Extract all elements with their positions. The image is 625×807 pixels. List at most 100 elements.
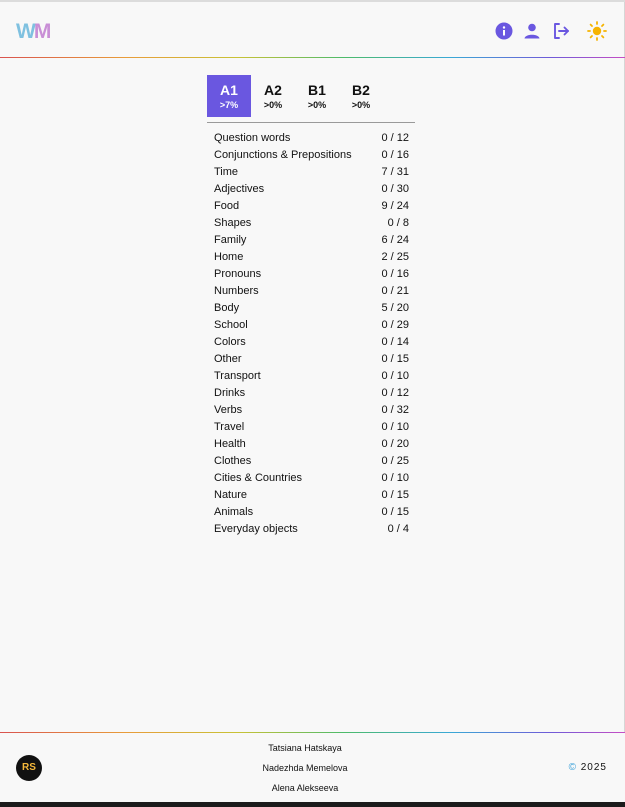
tab-a2[interactable]: A2 >0% — [251, 75, 295, 117]
topic-name: Adjectives — [214, 183, 265, 195]
topic-count: 0 / 10 — [381, 472, 409, 484]
copyright-symbol: © — [568, 762, 577, 773]
tabs-divider — [207, 122, 415, 123]
topic-row[interactable]: Animals 0 / 15 — [214, 504, 409, 521]
topic-count: 0 / 12 — [381, 387, 409, 399]
topic-count: 0 / 10 — [381, 421, 409, 433]
topic-name: Drinks — [214, 387, 246, 399]
topic-row[interactable]: Colors 0 / 14 — [214, 334, 409, 351]
topic-name: Everyday objects — [214, 523, 298, 535]
topic-row[interactable]: Transport 0 / 10 — [214, 368, 409, 385]
topic-name: Nature — [214, 489, 248, 501]
tab-progress: >0% — [263, 100, 283, 110]
topic-count: 0 / 15 — [381, 353, 409, 365]
topic-count: 0 / 29 — [381, 319, 409, 331]
topic-name: Health — [214, 438, 246, 450]
sun-icon[interactable] — [587, 21, 607, 41]
topic-row[interactable]: Time 7 / 31 — [214, 164, 409, 181]
tab-progress: >7% — [219, 100, 239, 110]
topic-name: Shapes — [214, 217, 252, 229]
topic-count: 0 / 12 — [381, 132, 409, 144]
topic-row[interactable]: Other 0 / 15 — [214, 351, 409, 368]
copyright: © 2025 — [569, 762, 607, 773]
info-icon[interactable] — [494, 21, 514, 41]
topic-count: 0 / 21 — [381, 285, 409, 297]
topic-row[interactable]: Health 0 / 20 — [214, 436, 409, 453]
topic-name: Clothes — [214, 455, 252, 467]
topic-name: Pronouns — [214, 268, 262, 280]
topic-name: Family — [214, 234, 247, 246]
logo-letter-m: M — [33, 20, 51, 43]
logo-letter-w: W — [16, 20, 36, 43]
topic-count: 0 / 16 — [381, 268, 409, 280]
topic-name: Question words — [214, 132, 291, 144]
topic-count: 2 / 25 — [381, 251, 409, 263]
rs-school-logo[interactable]: RS — [16, 755, 42, 781]
app-logo[interactable]: WM — [16, 20, 51, 44]
tab-progress: >0% — [351, 100, 371, 110]
topic-row[interactable]: Verbs 0 / 32 — [214, 402, 409, 419]
topic-name: Body — [214, 302, 240, 314]
topic-row[interactable]: Adjectives 0 / 30 — [214, 181, 409, 198]
tab-label: A1 — [220, 82, 238, 98]
logout-icon[interactable] — [551, 21, 571, 41]
author-link[interactable]: Nadezhda Memelova — [205, 760, 405, 780]
topic-row[interactable]: Numbers 0 / 21 — [214, 283, 409, 300]
user-icon[interactable] — [522, 21, 542, 41]
topic-name: Numbers — [214, 285, 259, 297]
topic-count: 0 / 14 — [381, 336, 409, 348]
topic-name: Verbs — [214, 404, 243, 416]
topic-name: School — [214, 319, 248, 331]
author-link[interactable]: Tatsiana Hatskaya — [205, 740, 405, 760]
topic-count: 0 / 15 — [381, 489, 409, 501]
topic-row[interactable]: Cities & Countries 0 / 10 — [214, 470, 409, 487]
footer-divider — [0, 732, 625, 733]
topic-row[interactable]: School 0 / 29 — [214, 317, 409, 334]
topic-row[interactable]: Clothes 0 / 25 — [214, 453, 409, 470]
topic-name: Travel — [214, 421, 245, 433]
topic-row[interactable]: Body 5 / 20 — [214, 300, 409, 317]
topic-count: 5 / 20 — [381, 302, 409, 314]
topic-name: Animals — [214, 506, 254, 518]
tab-b1[interactable]: B1 >0% — [295, 75, 339, 117]
author-list: Tatsiana Hatskaya Nadezhda Memelova Alen… — [205, 740, 405, 800]
topic-row[interactable]: Shapes 0 / 8 — [214, 215, 409, 232]
tab-label: B1 — [308, 82, 326, 98]
topic-name: Other — [214, 353, 242, 365]
topic-count: 7 / 31 — [381, 166, 409, 178]
topic-row[interactable]: Drinks 0 / 12 — [214, 385, 409, 402]
topic-count: 0 / 25 — [381, 455, 409, 467]
topic-row[interactable]: Nature 0 / 15 — [214, 487, 409, 504]
header-divider — [0, 57, 625, 58]
topic-row[interactable]: Question words 0 / 12 — [214, 130, 409, 147]
topic-count: 0 / 20 — [381, 438, 409, 450]
topic-row[interactable]: Home 2 / 25 — [214, 249, 409, 266]
topic-name: Conjunctions & Prepositions — [214, 149, 352, 161]
tab-label: B2 — [352, 82, 370, 98]
topic-count: 0 / 30 — [381, 183, 409, 195]
topic-row[interactable]: Pronouns 0 / 16 — [214, 266, 409, 283]
topic-name: Food — [214, 200, 240, 212]
topic-name: Home — [214, 251, 244, 263]
topic-name: Colors — [214, 336, 246, 348]
app-header: WM — [0, 2, 625, 57]
level-tabs: A1 >7% A2 >0% B1 >0% B2 >0% — [207, 75, 415, 123]
topic-count: 0 / 4 — [387, 523, 409, 535]
topic-count: 0 / 10 — [381, 370, 409, 382]
topic-count: 0 / 15 — [381, 506, 409, 518]
topic-row[interactable]: Food 9 / 24 — [214, 198, 409, 215]
topic-count: 0 / 8 — [387, 217, 409, 229]
tab-progress: >0% — [307, 100, 327, 110]
topic-row[interactable]: Conjunctions & Prepositions 0 / 16 — [214, 147, 409, 164]
topic-row[interactable]: Family 6 / 24 — [214, 232, 409, 249]
copyright-year: 2025 — [580, 762, 607, 773]
topic-name: Transport — [214, 370, 261, 382]
topic-row[interactable]: Everyday objects 0 / 4 — [214, 521, 409, 538]
topic-row[interactable]: Travel 0 / 10 — [214, 419, 409, 436]
topic-name: Cities & Countries — [214, 472, 303, 484]
topic-count: 0 / 32 — [381, 404, 409, 416]
taskbar-strip — [0, 802, 625, 807]
author-link[interactable]: Alena Alekseeva — [205, 780, 405, 800]
tab-a1[interactable]: A1 >7% — [207, 75, 251, 117]
tab-b2[interactable]: B2 >0% — [339, 75, 383, 117]
